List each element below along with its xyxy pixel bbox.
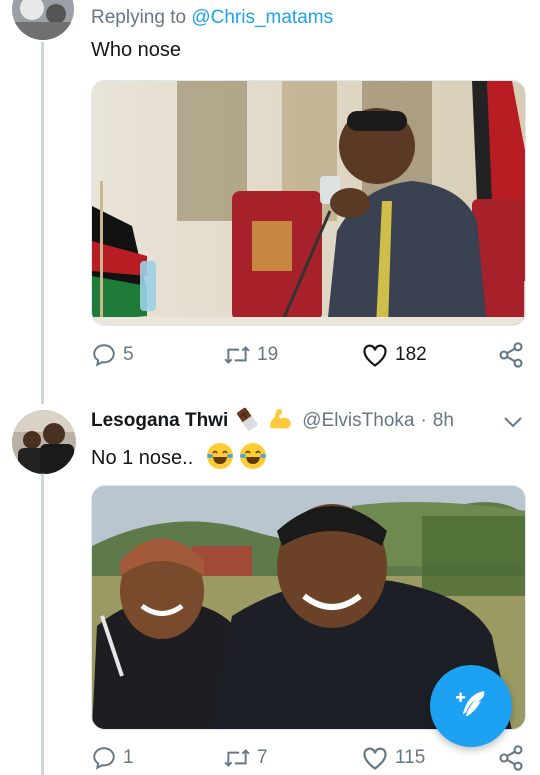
- share-button[interactable]: [497, 340, 525, 370]
- reply-button[interactable]: 5: [91, 340, 134, 370]
- tweet-text-body: No 1 nose..: [91, 447, 194, 469]
- reply-count: 1: [123, 747, 134, 768]
- chevron-down-icon[interactable]: [501, 410, 525, 440]
- reply-count: 5: [123, 344, 134, 365]
- replying-to: Replying to @Chris_matams: [91, 7, 333, 29]
- reply-handle-link[interactable]: @Chris_matams: [191, 7, 333, 28]
- separator-dot: ·: [420, 410, 427, 431]
- like-button[interactable]: 115: [361, 743, 425, 773]
- retweet-count: 7: [257, 747, 268, 768]
- chocolate-bar-icon: [234, 406, 260, 437]
- reply-button[interactable]: 1: [91, 743, 134, 773]
- reply-icon: [93, 344, 115, 367]
- tweet-text: No 1 nose..: [91, 443, 267, 470]
- tweet-text: Who nose: [91, 39, 182, 61]
- tweet-actions: 1 7 115: [91, 743, 527, 773]
- retweet-icon: [224, 749, 250, 767]
- retweet-icon: [224, 346, 250, 364]
- tweet-image[interactable]: [91, 80, 526, 326]
- face-with-tears-of-joy-icon: [206, 443, 233, 469]
- face-with-tears-of-joy-icon: [240, 443, 267, 469]
- retweet-count: 19: [257, 344, 279, 365]
- avatar[interactable]: [12, 0, 74, 40]
- compose-icon: [456, 691, 485, 716]
- avatar[interactable]: [12, 410, 76, 474]
- tweet-actions: 5 19 182: [91, 340, 527, 370]
- display-name[interactable]: Lesogana Thwi: [91, 410, 228, 432]
- share-icon: [499, 745, 523, 771]
- like-count: 182: [395, 344, 427, 365]
- thread-line: [41, 42, 44, 404]
- reply-icon: [93, 747, 115, 770]
- compose-tweet-button[interactable]: [430, 665, 512, 747]
- heart-icon: [363, 747, 387, 770]
- flexed-biceps-icon: [266, 405, 294, 438]
- tweet-header: Lesogana Thwi @ElvisThoka · 8h: [91, 406, 527, 436]
- replying-to-label: Replying to: [91, 7, 192, 28]
- retweet-button[interactable]: 7: [223, 743, 268, 773]
- thread-line: [41, 474, 44, 775]
- user-handle[interactable]: @ElvisThoka: [302, 410, 414, 432]
- retweet-button[interactable]: 19: [223, 340, 278, 370]
- tweet-timestamp[interactable]: 8h: [433, 410, 454, 432]
- heart-icon: [363, 344, 387, 367]
- like-count: 115: [395, 747, 426, 768]
- share-button[interactable]: [497, 743, 525, 773]
- like-button[interactable]: 182: [361, 340, 427, 370]
- share-icon: [499, 342, 523, 368]
